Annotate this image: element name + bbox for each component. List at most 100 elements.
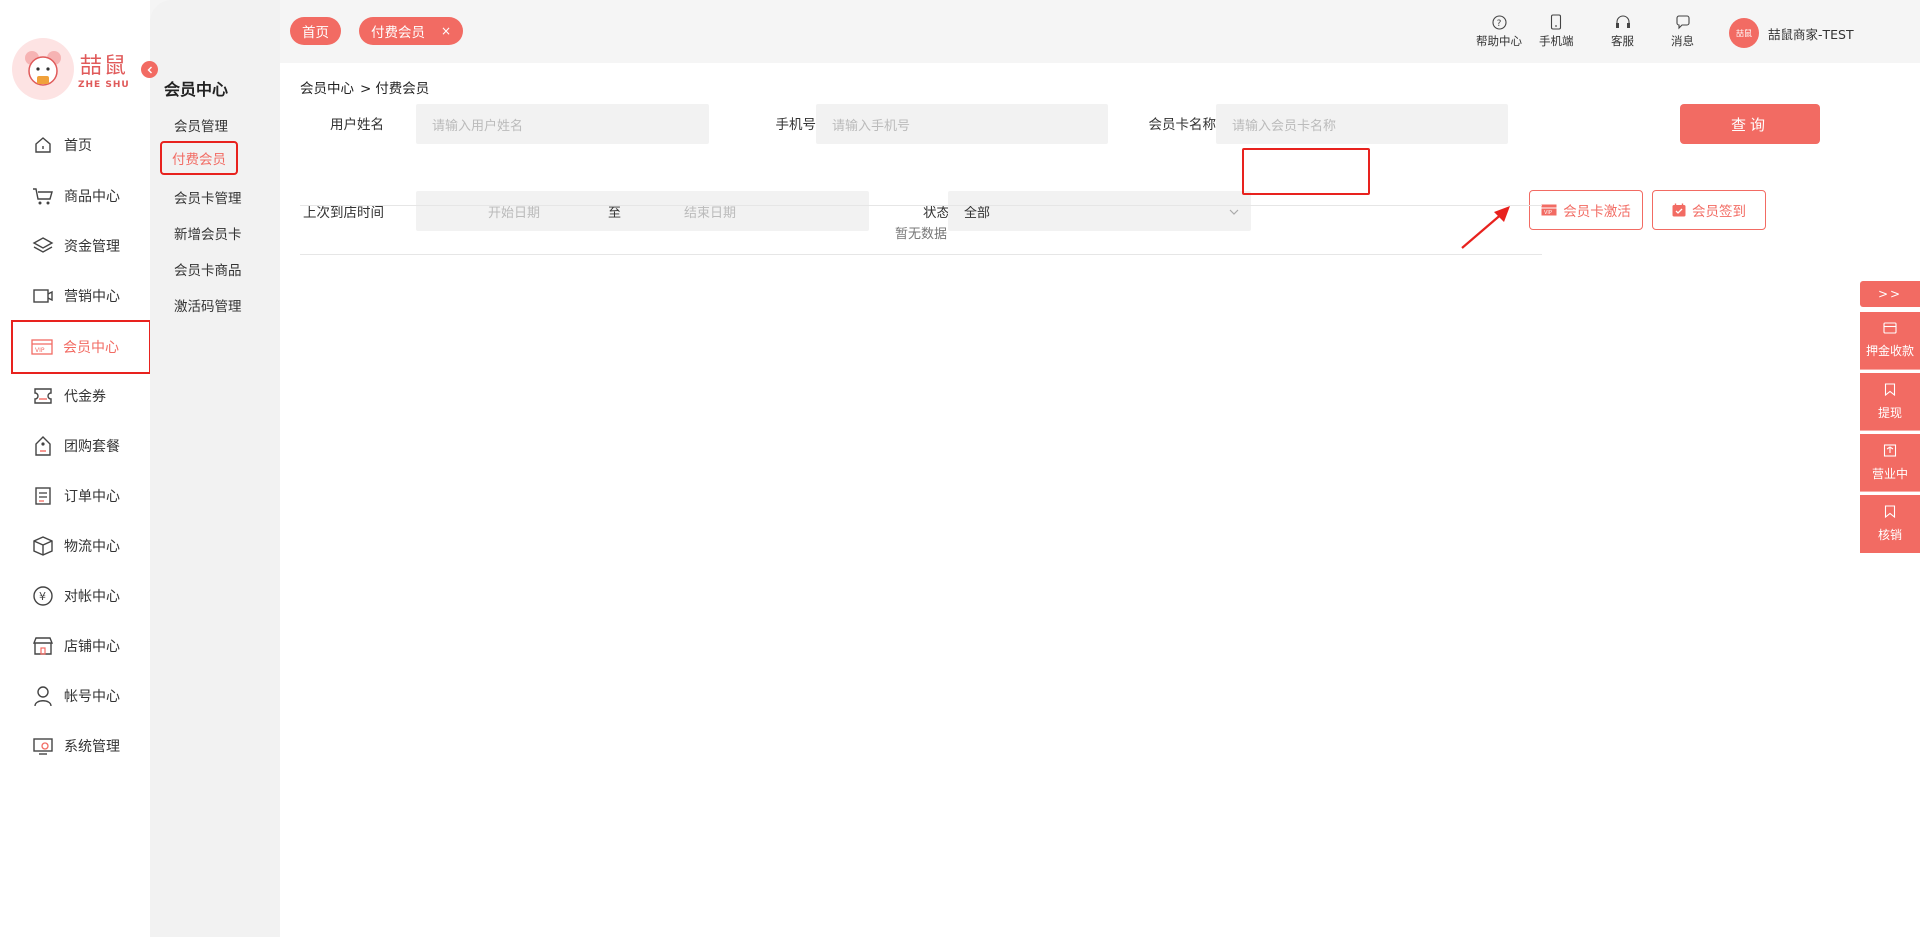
- tool-customer-service[interactable]: 客服: [1611, 14, 1634, 49]
- subnav-item-card-management[interactable]: 会员卡管理: [174, 187, 242, 207]
- sidebar-item-orders[interactable]: 订单中心: [14, 473, 148, 519]
- subnav-item-paid-members[interactable]: 付费会员: [160, 141, 238, 175]
- float-verify-button[interactable]: 核销: [1860, 495, 1920, 553]
- sidebar-item-label: 订单中心: [64, 489, 120, 505]
- chevron-down-icon: [1229, 205, 1239, 220]
- brand-name-en: ZHE SHU: [78, 80, 130, 90]
- message-icon: [1675, 14, 1691, 30]
- table-divider-top: [300, 205, 1542, 206]
- brand-logo[interactable]: 喆鼠 ZHE SHU: [12, 38, 130, 100]
- bookmark-icon: [1884, 505, 1896, 522]
- sidebar-item-marketing[interactable]: 营销中心: [14, 273, 148, 319]
- member-sign-in-label: 会员签到: [1692, 204, 1746, 220]
- subnav-item-card-products[interactable]: 会员卡商品: [174, 259, 242, 279]
- card-name-input[interactable]: 请输入会员卡名称: [1216, 104, 1508, 144]
- store-icon: [30, 633, 56, 659]
- user-menu[interactable]: 喆鼠 喆鼠商家-TEST: [1729, 18, 1854, 48]
- tool-help-center[interactable]: ? 帮助中心: [1476, 14, 1522, 49]
- shop-icon: [1883, 443, 1897, 461]
- collapse-sidebar-button[interactable]: [141, 61, 158, 78]
- annotation-highlight-box: [1242, 148, 1370, 195]
- tool-label: 客服: [1611, 34, 1634, 48]
- card-name-label: 会员卡名称: [1148, 117, 1217, 133]
- breadcrumb-parent[interactable]: 会员中心: [300, 81, 354, 97]
- settings-screen-icon: [30, 733, 56, 759]
- yen-coin-icon: ¥: [30, 583, 56, 609]
- sidebar-item-label: 商品中心: [64, 189, 120, 205]
- sidebar-item-account[interactable]: 帐号中心: [14, 673, 148, 719]
- sidebar-item-reconciliation[interactable]: ¥ 对帐中心: [14, 573, 148, 619]
- card-icon: [1883, 322, 1897, 338]
- calendar-check-icon: [1672, 203, 1686, 217]
- tool-label: 帮助中心: [1476, 34, 1522, 48]
- user-icon: [30, 683, 56, 709]
- empty-state-text: 暂无数据: [894, 227, 947, 242]
- phone-input[interactable]: 请输入手机号: [816, 104, 1108, 144]
- sub-sidebar: 会员中心 会员管理 付费会员 会员卡管理 新增会员卡 会员卡商品 激活码管理: [150, 0, 280, 937]
- sidebar-item-label: 代金券: [64, 389, 106, 405]
- tool-label: 手机端: [1539, 34, 1574, 48]
- main-content: 会员中心 > 付费会员 用户姓名 请输入用户姓名 手机号 请输入手机号 会员卡名称 …: [280, 63, 1920, 937]
- sidebar-item-home[interactable]: 首页: [14, 122, 148, 168]
- float-item-label: 押金收款: [1865, 344, 1914, 358]
- box-icon: [30, 533, 56, 559]
- sidebar-item-label: 资金管理: [64, 239, 120, 255]
- float-item-label: 核销: [1877, 528, 1902, 542]
- float-item-label: 提现: [1877, 405, 1902, 420]
- sidebar-item-member-center[interactable]: VIP 会员中心: [11, 320, 151, 374]
- cart-icon: [30, 183, 56, 209]
- member-sign-in-button[interactable]: 会员签到: [1652, 190, 1766, 230]
- sidebar-item-label: 系统管理: [64, 739, 120, 755]
- sidebar-item-group-buy[interactable]: 团购套餐: [14, 423, 148, 469]
- brand-name-cn: 喆鼠: [79, 54, 128, 79]
- subnav-item-new-card[interactable]: 新增会员卡: [174, 223, 242, 243]
- user-name-placeholder: 请输入用户姓名: [432, 118, 524, 134]
- main-sidebar: 喆鼠 ZHE SHU 首页 商品中心 资金管理 营销中心 VIP 会员中心 代金…: [0, 0, 151, 937]
- vip-card-icon: VIP: [29, 334, 55, 360]
- float-withdraw-button[interactable]: 提现: [1860, 373, 1920, 431]
- table-divider-bottom: [300, 254, 1542, 255]
- sidebar-item-products[interactable]: 商品中心: [14, 173, 148, 219]
- bookmark-icon: [1884, 382, 1896, 400]
- layers-icon: [30, 233, 56, 259]
- float-deposit-button[interactable]: 押金收款: [1860, 312, 1920, 370]
- breadcrumb-separator: >: [360, 81, 372, 97]
- sub-sidebar-title: 会员中心: [164, 80, 229, 99]
- card-activate-button[interactable]: VIP 会员卡激活: [1529, 190, 1643, 230]
- tool-messages[interactable]: 消息: [1671, 14, 1694, 49]
- vip-card-icon: VIP: [1541, 204, 1557, 216]
- sidebar-item-label: 对帐中心: [64, 589, 120, 605]
- megaphone-icon: [30, 283, 56, 309]
- document-icon: [30, 483, 56, 509]
- float-business-status-button[interactable]: 营业中: [1860, 434, 1920, 492]
- sidebar-item-vouchers[interactable]: 代金券: [14, 373, 148, 419]
- chevron-left-icon: [147, 66, 152, 73]
- sidebar-item-label: 帐号中心: [64, 689, 120, 705]
- tab-paid-members[interactable]: 付费会员 ×: [359, 17, 464, 45]
- phone-label: 手机号: [775, 117, 817, 133]
- phone-placeholder: 请输入手机号: [832, 118, 911, 134]
- svg-text:¥: ¥: [39, 590, 46, 603]
- svg-text:VIP: VIP: [1544, 210, 1552, 216]
- query-button[interactable]: 查询: [1680, 104, 1820, 144]
- tool-mobile[interactable]: 手机端: [1539, 14, 1574, 49]
- tool-label: 消息: [1671, 34, 1694, 48]
- close-icon[interactable]: ×: [441, 24, 451, 38]
- breadcrumb-current: 付费会员: [375, 81, 430, 97]
- sidebar-item-label: 营销中心: [64, 289, 120, 305]
- sidebar-item-label: 会员中心: [63, 340, 119, 356]
- user-name-input[interactable]: 请输入用户姓名: [416, 104, 709, 144]
- svg-text:VIP: VIP: [35, 347, 45, 354]
- status-label: 状态: [923, 205, 950, 221]
- sidebar-item-system[interactable]: 系统管理: [14, 723, 148, 769]
- user-name-label: 用户姓名: [330, 117, 384, 133]
- subnav-item-activation-codes[interactable]: 激活码管理: [174, 295, 242, 315]
- sidebar-item-funds[interactable]: 资金管理: [14, 223, 148, 269]
- float-panel-expand-button[interactable]: >>: [1860, 281, 1920, 307]
- subnav-item-member-management[interactable]: 会员管理: [174, 115, 228, 135]
- sidebar-item-label: 物流中心: [64, 539, 120, 555]
- sidebar-item-store[interactable]: 店铺中心: [14, 623, 148, 669]
- sidebar-item-logistics[interactable]: 物流中心: [14, 523, 148, 569]
- sidebar-item-label: 店铺中心: [64, 639, 120, 655]
- tab-home[interactable]: 首页: [290, 17, 341, 45]
